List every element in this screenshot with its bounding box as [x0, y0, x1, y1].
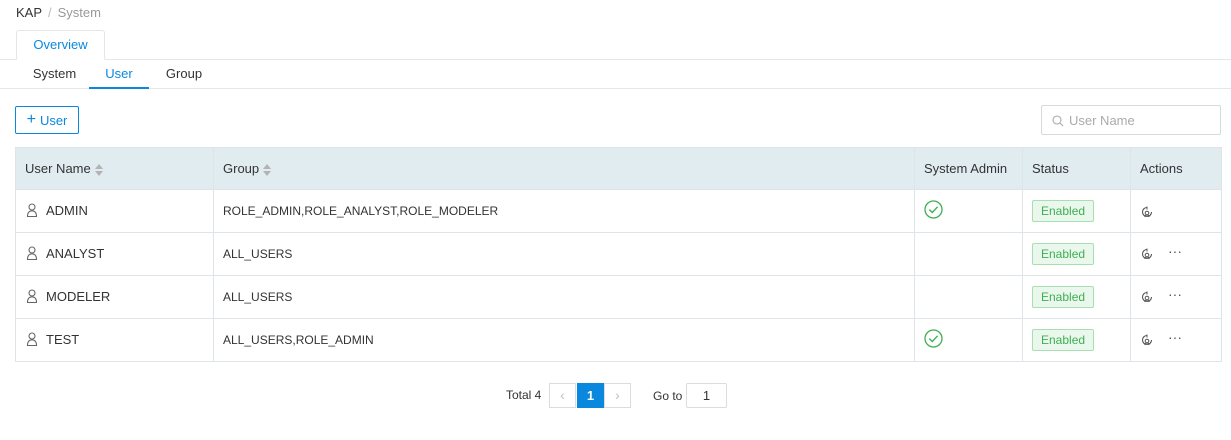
cell-status: Enabled: [1022, 189, 1131, 233]
cell-system-admin: [914, 232, 1023, 276]
edit-role-icon[interactable]: [1140, 333, 1154, 347]
cell-group: ALL_USERS: [213, 275, 915, 319]
user-name-text: ADMIN: [46, 203, 88, 219]
user-name-text: ANALYST: [46, 246, 105, 262]
edit-role-icon[interactable]: [1140, 247, 1154, 261]
plus-icon: +: [26, 111, 36, 128]
user-name-search: [1041, 105, 1221, 135]
tab-system[interactable]: System: [22, 60, 87, 89]
group-text: ALL_USERS,ROLE_ADMIN: [223, 333, 374, 347]
cell-system-admin: [914, 189, 1023, 233]
tab-group[interactable]: Group: [155, 60, 213, 89]
cell-actions: ···: [1130, 232, 1222, 276]
tab-user[interactable]: User: [89, 60, 149, 89]
cell-user-name: MODELER: [15, 275, 214, 319]
table-row: ADMIN ROLE_ADMIN,ROLE_ANALYST,ROLE_MODELE…: [15, 189, 1222, 233]
cell-group: ALL_USERS: [213, 232, 915, 276]
pagination: Total 4 ‹ 1 › Go to: [0, 383, 1231, 408]
table-row: TEST ALL_USERS,ROLE_ADMIN Enabled ···: [15, 318, 1222, 362]
column-label: System Admin: [924, 161, 1008, 176]
user-icon: [26, 289, 38, 303]
breadcrumb-root[interactable]: KAP: [16, 5, 42, 20]
status-badge: Enabled: [1032, 243, 1095, 265]
page-number-current[interactable]: 1: [577, 383, 604, 408]
column-label: Group: [223, 161, 260, 176]
goto-label: Go to: [653, 389, 683, 403]
column-header-status: Status: [1022, 147, 1131, 190]
table-header-row: User Name Group System Admin Status Acti…: [15, 147, 1222, 190]
column-header-group[interactable]: Group: [213, 147, 915, 190]
users-table: User Name Group System Admin Status Acti…: [15, 147, 1222, 362]
cell-system-admin: [914, 275, 1023, 319]
table-row: MODELER ALL_USERS Enabled ···: [15, 275, 1222, 319]
tab-overview[interactable]: Overview: [16, 30, 105, 60]
column-label: Status: [1032, 161, 1069, 176]
status-badge: Enabled: [1032, 200, 1095, 222]
status-badge: Enabled: [1032, 286, 1095, 308]
table-row: ANALYST ALL_USERS Enabled ···: [15, 232, 1222, 276]
goto-page-input[interactable]: [686, 383, 727, 408]
check-circle-icon: [924, 200, 943, 219]
next-page-button[interactable]: ›: [604, 383, 631, 408]
cell-actions: ···: [1130, 275, 1222, 319]
check-circle-icon: [924, 329, 943, 348]
column-label: User Name: [25, 161, 91, 176]
user-name-text: MODELER: [46, 289, 111, 305]
column-header-system-admin: System Admin: [914, 147, 1023, 190]
column-header-actions: Actions: [1130, 147, 1222, 190]
cell-status: Enabled: [1022, 318, 1131, 362]
edit-role-icon[interactable]: [1140, 205, 1154, 219]
prev-page-button[interactable]: ‹: [549, 383, 576, 408]
cell-user-name: ADMIN: [15, 189, 214, 233]
user-icon: [26, 246, 38, 260]
cell-actions: [1130, 189, 1222, 233]
breadcrumb-separator: /: [48, 5, 52, 20]
search-input[interactable]: [1069, 106, 1217, 134]
sub-tab-bar: System User Group: [0, 60, 1231, 89]
add-user-button[interactable]: + User: [15, 106, 79, 134]
user-icon: [26, 332, 38, 346]
user-icon: [26, 203, 38, 217]
more-actions-icon[interactable]: ···: [1168, 286, 1182, 302]
cell-system-admin: [914, 318, 1023, 362]
more-actions-icon[interactable]: ···: [1168, 329, 1182, 345]
column-label: Actions: [1140, 161, 1183, 176]
cell-actions: ···: [1130, 318, 1222, 362]
sort-icon[interactable]: [94, 163, 103, 176]
group-text: ROLE_ADMIN,ROLE_ANALYST,ROLE_MODELER: [223, 204, 499, 218]
column-header-user-name[interactable]: User Name: [15, 147, 214, 190]
status-badge: Enabled: [1032, 329, 1095, 351]
user-name-text: TEST: [46, 332, 80, 348]
cell-group: ROLE_ADMIN,ROLE_ANALYST,ROLE_MODELER: [213, 189, 915, 233]
breadcrumb-current: System: [57, 5, 101, 20]
group-text: ALL_USERS: [223, 290, 293, 304]
cell-user-name: TEST: [15, 318, 214, 362]
cell-group: ALL_USERS,ROLE_ADMIN: [213, 318, 915, 362]
add-user-label: User: [39, 112, 68, 128]
search-icon: [1052, 115, 1064, 127]
more-actions-icon[interactable]: ···: [1168, 243, 1182, 259]
top-tab-bar: Overview: [0, 30, 1231, 60]
cell-status: Enabled: [1022, 275, 1131, 319]
breadcrumb: KAP / System: [16, 5, 101, 20]
edit-role-icon[interactable]: [1140, 290, 1154, 304]
sort-icon[interactable]: [263, 163, 272, 176]
cell-user-name: ANALYST: [15, 232, 214, 276]
group-text: ALL_USERS: [223, 247, 293, 261]
total-count: Total 4: [506, 388, 542, 402]
cell-status: Enabled: [1022, 232, 1131, 276]
